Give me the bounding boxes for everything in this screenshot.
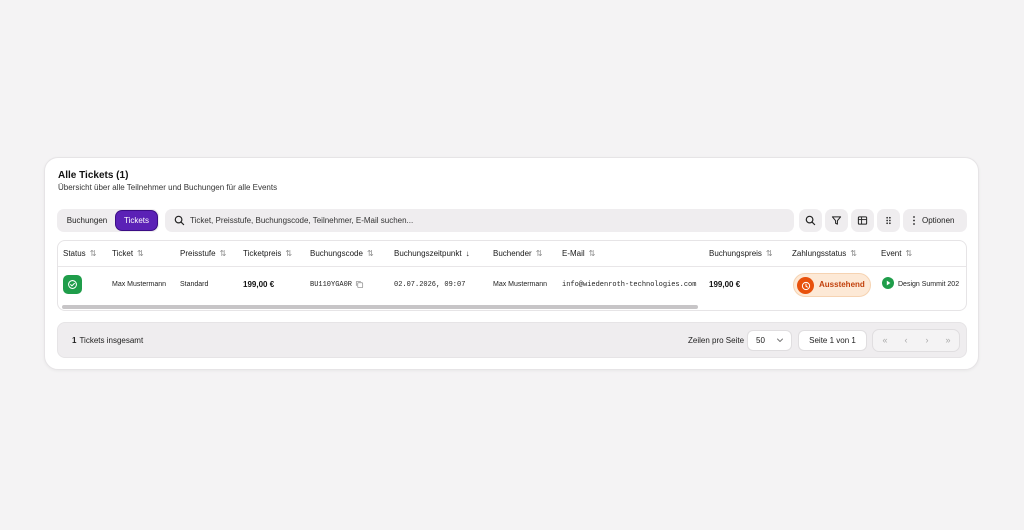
sort-icon: ⇅ [905, 249, 913, 258]
col-header-buchender[interactable]: Buchender ⇅ [493, 241, 542, 267]
last-page-button[interactable]: » [938, 330, 958, 351]
tickets-table: Status ⇅ Ticket ⇅ Preisstufe ⇅ Ticketpreis ⇅… [57, 240, 967, 311]
total-count-label: Tickets insgesamt [79, 336, 144, 345]
columns-button[interactable] [851, 209, 874, 232]
cell-buchungspreis: 199,00 € [709, 280, 741, 289]
options-label: Optionen [922, 216, 955, 225]
sort-icon: ⇅ [366, 249, 374, 258]
next-page-button[interactable]: › [917, 330, 937, 351]
cell-buchender: Max Mustermann [493, 281, 548, 288]
cell-ticket: Max Mustermann [112, 281, 167, 288]
col-header-buchungscode[interactable]: Buchungscode ⇅ [310, 241, 374, 267]
col-header-ticket[interactable]: Ticket ⇅ [112, 241, 144, 267]
filter-button[interactable] [825, 209, 848, 232]
search-icon [174, 215, 185, 226]
cell-buchungszeitpunkt: 02.07.2026, 09:07 [394, 281, 466, 289]
page-subtitle: Übersicht über alle Teilnehmer und Buchu… [58, 183, 278, 192]
table-header: Status ⇅ Ticket ⇅ Preisstufe ⇅ Ticketpreis ⇅… [58, 241, 966, 267]
col-header-email[interactable]: E-Mail ⇅ [562, 241, 595, 267]
check-circle-icon [68, 280, 77, 289]
play-circle-icon [882, 277, 894, 290]
filter-icon [831, 216, 842, 225]
cell-ticketpreis: 199,00 € [243, 280, 275, 289]
sort-icon: ⇅ [137, 249, 144, 258]
cell-buchungscode: BU110YGA0R [310, 267, 364, 303]
rows-per-page-value: 50 [756, 336, 765, 345]
table-icon [857, 216, 868, 225]
col-header-buchungspreis[interactable]: Buchungspreis ⇅ [709, 241, 773, 267]
col-header-ticketpreis[interactable]: Ticketpreis ⇅ [243, 241, 292, 267]
sort-icon: ⇅ [89, 249, 97, 258]
sort-icon: ⇅ [588, 249, 596, 258]
cell-email: info@wiedenroth-technologies.com [562, 281, 697, 289]
col-header-preisstufe[interactable]: Preisstufe ⇅ [180, 241, 226, 267]
total-count-value: 1 [72, 336, 77, 345]
page-title: Alle Tickets (1) [58, 170, 129, 181]
table-row[interactable]: Max Mustermann Standard 199,00 € BU110YG… [58, 267, 966, 303]
search-button[interactable] [799, 209, 822, 232]
density-button[interactable] [877, 209, 900, 232]
copy-icon[interactable] [355, 280, 364, 289]
col-header-event[interactable]: Event ⇅ [881, 241, 912, 267]
payment-status-badge[interactable]: Ausstehend [793, 273, 871, 297]
tickets-card: Alle Tickets (1) Übersicht über alle Tei… [44, 157, 979, 370]
tab-tickets[interactable]: Tickets [116, 211, 157, 230]
col-header-status[interactable]: Status ⇅ [63, 241, 96, 267]
pagination: « ‹ › » [872, 329, 960, 352]
scrollbar-thumb[interactable] [62, 305, 698, 309]
grip-icon [886, 216, 891, 225]
sort-icon: ⇅ [535, 249, 543, 258]
view-toggle: Buchungen Tickets [57, 209, 159, 232]
toolbar: Buchungen Tickets Optionen [57, 208, 967, 232]
status-check-badge[interactable] [63, 275, 82, 294]
search-icon [805, 215, 816, 226]
payment-status-label: Ausstehend [819, 280, 865, 289]
search-bar [165, 209, 794, 232]
sort-icon: ⇅ [850, 249, 857, 258]
clock-icon [797, 277, 814, 294]
rows-per-page-select[interactable]: 50 [747, 330, 792, 351]
tab-bookings[interactable]: Buchungen [60, 211, 114, 230]
page-indicator: Seite 1 von 1 [798, 330, 867, 351]
horizontal-scrollbar[interactable] [58, 303, 966, 310]
event-name: Design Summit 202 [898, 281, 960, 288]
sort-icon: ⇅ [219, 249, 227, 258]
sort-desc-icon: ↓ [465, 249, 470, 258]
table-footer: 1 Tickets insgesamt Zeilen pro Seite 50 S… [57, 322, 967, 358]
sort-icon: ⇅ [285, 249, 293, 258]
first-page-button[interactable]: « [875, 330, 895, 351]
options-button[interactable]: Optionen [903, 209, 967, 232]
col-header-zahlungsstatus[interactable]: Zahlungsstatus ⇅ [792, 241, 857, 267]
prev-page-button[interactable]: ‹ [896, 330, 916, 351]
cell-preisstufe: Standard [180, 281, 209, 288]
cell-event: Design Summit 202 [882, 267, 959, 303]
booking-code: BU110YGA0R [310, 281, 353, 289]
col-header-buchungszeitpunkt[interactable]: Buchungszeitpunkt ↓ [394, 241, 470, 267]
total-count: 1 Tickets insgesamt [72, 323, 143, 359]
more-vertical-icon [913, 216, 915, 225]
sort-icon: ⇅ [765, 249, 773, 258]
rows-per-page-label: Zeilen pro Seite [688, 336, 745, 345]
search-input[interactable] [190, 209, 780, 232]
chevron-down-icon [777, 338, 783, 342]
